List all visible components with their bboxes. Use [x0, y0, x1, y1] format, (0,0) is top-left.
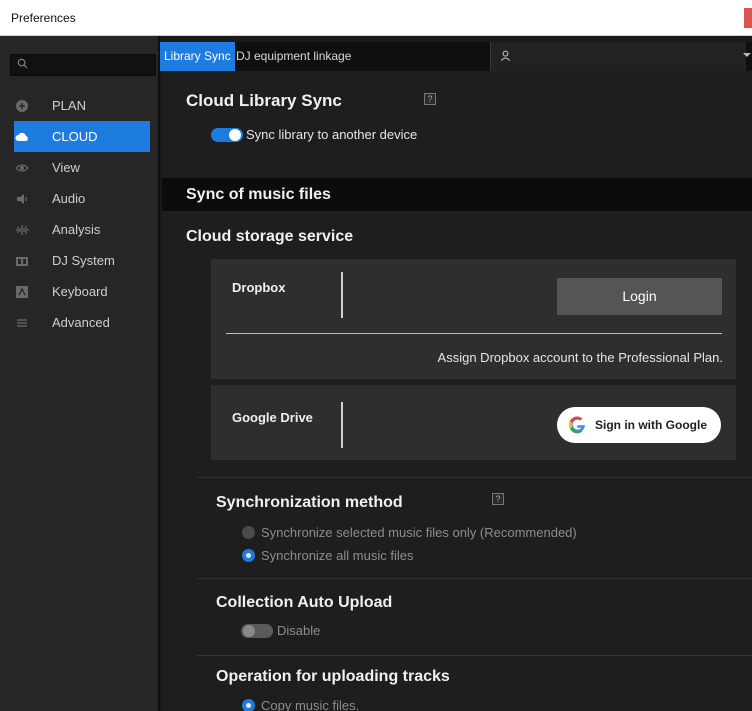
google-signin-button[interactable]: Sign in with Google	[557, 407, 721, 443]
account-selector[interactable]	[490, 42, 746, 71]
upload-op-title: Operation for uploading tracks	[216, 668, 450, 685]
sync-music-files-title: Sync of music files	[186, 186, 331, 203]
eye-icon	[15, 164, 29, 172]
sidebar-item-audio[interactable]: Audio	[0, 183, 160, 214]
sync-library-toggle[interactable]	[211, 128, 243, 142]
sync-library-label: Sync library to another device	[246, 127, 418, 142]
sidebar-item-label: Advanced	[52, 315, 110, 330]
sidebar-item-cloud[interactable]: CLOUD	[14, 121, 150, 152]
sidebar: PLAN CLOUD View Audio Analysis DJ System…	[0, 36, 160, 711]
user-icon	[500, 50, 511, 61]
cloud-storage-title: Cloud storage service	[186, 228, 354, 245]
divider	[197, 578, 752, 579]
sidebar-item-label: CLOUD	[52, 129, 98, 144]
radio-copy-music-files[interactable]	[242, 699, 255, 711]
radio-sync-selected[interactable]	[242, 526, 255, 539]
dropbox-assign-text: Assign Dropbox account to the Profession…	[437, 350, 723, 365]
chevron-down-icon[interactable]	[742, 50, 752, 60]
sidebar-item-view[interactable]: View	[0, 152, 160, 183]
google-drive-panel: Google Drive Sign in with Google	[211, 385, 736, 460]
cloud-icon	[15, 132, 28, 141]
sidebar-item-keyboard[interactable]: Keyboard	[0, 276, 160, 307]
sidebar-item-advanced[interactable]: Advanced	[0, 307, 160, 338]
google-drive-name: Google Drive	[232, 410, 313, 425]
sidebar-item-plan[interactable]: PLAN	[0, 90, 160, 121]
auto-upload-label: Disable	[277, 623, 321, 638]
close-button[interactable]	[744, 8, 752, 28]
separator	[341, 402, 343, 448]
separator	[226, 333, 722, 334]
radio-sync-selected-label: Synchronize selected music files only (R…	[261, 525, 577, 540]
radio-copy-music-files-label: Copy music files.	[261, 698, 360, 711]
search-input[interactable]	[10, 54, 156, 76]
content-pane: Cloud Library Sync ? Sync library to ano…	[162, 71, 752, 711]
separator	[341, 272, 343, 318]
tab-library-sync[interactable]: Library Sync	[160, 42, 235, 71]
radio-sync-all-label: Synchronize all music files	[261, 548, 414, 563]
google-signin-label: Sign in with Google	[595, 418, 707, 432]
title-bar: Preferences	[0, 0, 752, 36]
window-title: Preferences	[11, 11, 76, 25]
sidebar-item-label: PLAN	[52, 98, 86, 113]
sidebar-item-label: Audio	[52, 191, 86, 206]
dropbox-panel: Dropbox Login Assign Dropbox account to …	[211, 259, 736, 379]
sidebar-item-label: View	[52, 160, 80, 175]
tab-dj-equipment-linkage[interactable]: DJ equipment linkage	[232, 42, 355, 71]
keyboard-icon	[16, 286, 28, 298]
dropbox-name: Dropbox	[232, 280, 286, 295]
sidebar-item-label: Analysis	[52, 222, 101, 237]
auto-upload-toggle[interactable]	[241, 624, 273, 638]
sidebar-item-label: Keyboard	[52, 284, 108, 299]
sync-method-title: Synchronization method	[216, 494, 403, 511]
tabs-bar: Library Sync DJ equipment linkage	[160, 42, 752, 71]
help-icon[interactable]: ?	[424, 93, 436, 105]
cloud-library-sync-title: Cloud Library Sync	[186, 91, 342, 110]
help-icon[interactable]: ?	[492, 493, 504, 505]
radio-sync-all[interactable]	[242, 549, 255, 562]
speaker-icon	[17, 194, 27, 204]
waveform-icon	[16, 225, 29, 235]
sidebar-item-dj-system[interactable]: DJ System	[0, 245, 160, 276]
divider	[197, 655, 752, 656]
plan-icon	[16, 100, 28, 112]
menu-icon	[17, 319, 27, 327]
search-icon	[17, 58, 28, 69]
sidebar-nav: PLAN CLOUD View Audio Analysis DJ System…	[0, 90, 160, 338]
divider	[197, 477, 752, 478]
dropbox-login-button[interactable]: Login	[557, 278, 722, 315]
auto-upload-title: Collection Auto Upload	[216, 594, 393, 611]
sync-music-files-band: Sync of music files	[162, 178, 752, 211]
google-icon	[568, 416, 585, 434]
sidebar-item-analysis[interactable]: Analysis	[0, 214, 160, 245]
dj-system-icon	[16, 257, 28, 266]
sidebar-item-label: DJ System	[52, 253, 115, 268]
